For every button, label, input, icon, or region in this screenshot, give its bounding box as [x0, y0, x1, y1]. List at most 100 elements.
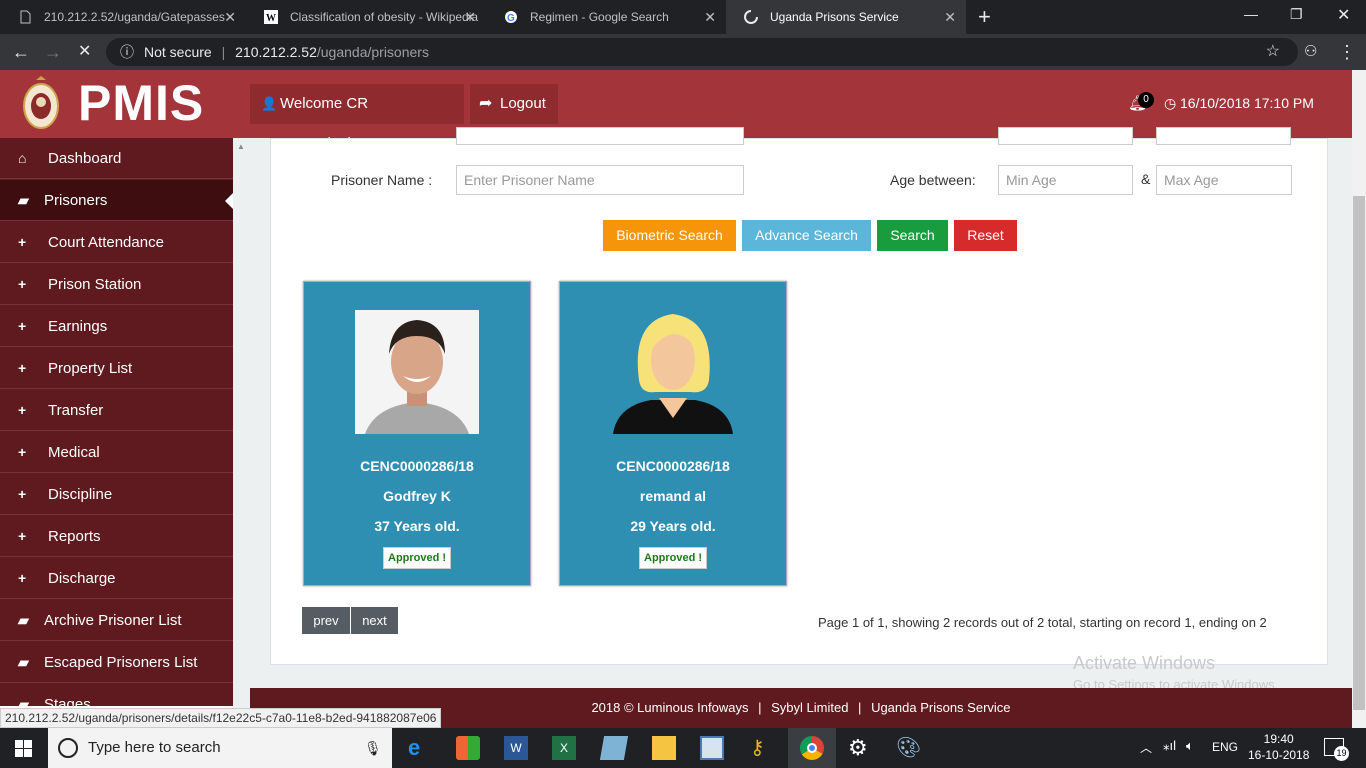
browser-tab-uganda[interactable]: Uganda Prisons Service ✕ — [726, 0, 966, 34]
prisons-logo-icon — [23, 76, 59, 129]
new-tab-icon[interactable]: + — [978, 4, 991, 30]
sidebar-item-prisoners[interactable]: ▰ Prisoners — [0, 180, 233, 221]
restore-icon[interactable]: ❐ — [1290, 6, 1303, 23]
sidebar-item-earnings[interactable]: + Earnings — [0, 306, 233, 347]
scrollbar-thumb[interactable] — [1353, 196, 1365, 710]
excel-icon[interactable]: X — [552, 736, 576, 760]
forward-icon[interactable]: → — [44, 34, 62, 70]
cortana-icon — [58, 738, 78, 758]
prev-page-button[interactable]: prev — [302, 607, 350, 634]
close-icon[interactable]: ✕ — [944, 0, 956, 34]
settings-gear-icon[interactable]: ⚙ — [848, 736, 872, 760]
sidebar: ⌂ Dashboard ▰ Prisoners + Court Attendance … — [0, 138, 233, 706]
advance-search-button[interactable]: Advance Search — [742, 220, 871, 251]
sidebar-item-label: Transfer — [48, 402, 104, 419]
search-button[interactable]: Search — [877, 220, 948, 251]
edge-icon[interactable]: e — [408, 736, 432, 760]
chevron-up-icon[interactable]: ︿ — [1140, 739, 1152, 756]
key-icon[interactable]: ⚷ — [750, 736, 774, 760]
sidebar-item-medical[interactable]: + Medical — [0, 432, 233, 473]
windows-start-icon[interactable] — [15, 740, 32, 757]
status-bar-url: 210.212.2.52/uganda/prisoners/details/f1… — [0, 708, 442, 728]
folder-icon: ▰ — [18, 192, 29, 208]
sidebar-item-court-attendance[interactable]: + Court Attendance — [0, 222, 233, 263]
page-scrollbar[interactable] — [1352, 70, 1366, 728]
close-window-icon[interactable]: ✕ — [1337, 5, 1350, 25]
hidden-input-top-2[interactable] — [998, 127, 1133, 145]
pagination-summary: Page 1 of 1, showing 2 records out of 2 … — [818, 615, 1267, 630]
info-icon: ⓘ — [120, 44, 134, 60]
browser-tab-wikipedia[interactable]: W Classification of obesity - Wikipedia … — [246, 0, 486, 34]
browser-tab-google[interactable]: G Regimen - Google Search ✕ — [486, 0, 726, 34]
next-page-button[interactable]: next — [351, 607, 398, 634]
sidebar-item-archive-prisoner-list[interactable]: ▰ Archive Prisoner List — [0, 600, 233, 641]
url-host: 210.212.2.52 — [235, 44, 317, 60]
hidden-input-top-3[interactable] — [1156, 127, 1291, 145]
plus-icon: + — [18, 360, 27, 376]
close-icon[interactable]: ✕ — [704, 0, 716, 34]
header-datetime: 16/10/2018 17:10 PM — [1180, 95, 1314, 111]
sidebar-item-label: Prison Station — [48, 276, 142, 293]
close-icon[interactable]: ✕ — [224, 0, 236, 34]
menu-icon[interactable]: ⋮ — [1338, 34, 1356, 70]
sidebar-item-dashboard[interactable]: ⌂ Dashboard — [0, 138, 233, 179]
tab-title: 210.212.2.52/uganda/Gatepasses — [44, 10, 225, 24]
share-icon: ➦ — [479, 95, 493, 112]
prisoner-card[interactable]: CENC0000286/18 Godfrey K 37 Years old. A… — [303, 281, 531, 586]
status-badge: Approved ! — [639, 547, 708, 569]
chrome-icon — [800, 736, 824, 760]
prisoner-card[interactable]: CENC0000286/18 remand al 29 Years old. A… — [559, 281, 787, 586]
welcome-dropdown-button[interactable]: 👤 Welcome CR Receptionist ▼ — [250, 84, 464, 152]
max-age-input[interactable]: Max Age — [1156, 165, 1292, 195]
min-age-input[interactable]: Min Age — [998, 165, 1133, 195]
taskbar-date: 16-10-2018 — [1248, 748, 1310, 762]
taskbar-clock[interactable]: 19:40 16-10-2018 — [1248, 731, 1309, 763]
scroll-up-icon[interactable]: ▲ — [237, 142, 245, 151]
svg-text:G: G — [507, 13, 515, 24]
sidebar-item-discipline[interactable]: + Discipline — [0, 474, 233, 515]
sidebar-item-label: Medical — [48, 444, 100, 461]
sidebar-item-reports[interactable]: + Reports — [0, 516, 233, 557]
word-icon[interactable]: W — [504, 736, 528, 760]
volume-icon[interactable]: 🔈︎ — [1186, 738, 1194, 754]
prisoner-name-label: Prisoner Name : — [331, 172, 433, 188]
sidebar-item-discharge[interactable]: + Discharge — [0, 558, 233, 599]
paint-icon[interactable]: 🎨︎ — [896, 736, 921, 760]
svg-text:W: W — [266, 13, 276, 24]
taskbar-chrome-active[interactable] — [788, 728, 836, 768]
file-explorer-icon[interactable] — [652, 736, 676, 760]
extension-icon[interactable]: ⚇ — [1304, 34, 1317, 70]
reset-button[interactable]: Reset — [954, 220, 1017, 251]
stop-icon[interactable]: ✕ — [78, 34, 91, 70]
sidebar-item-escaped-prisoners-list[interactable]: ▰ Escaped Prisoners List — [0, 642, 233, 683]
network-icon[interactable]: ⁎ıl — [1163, 738, 1176, 754]
prisoner-name-input[interactable]: Enter Prisoner Name — [456, 165, 744, 195]
sidebar-item-stages[interactable]: ▰ Stages — [0, 684, 233, 706]
taskbar-search-box[interactable]: Type here to search 🎙︎ — [48, 728, 392, 768]
sidebar-item-prison-station[interactable]: + Prison Station — [0, 264, 233, 305]
logout-button[interactable]: ➦ Logout — [470, 84, 558, 124]
footer-org: Uganda Prisons Service — [871, 700, 1011, 715]
prisoner-age: 29 Years old. — [630, 518, 716, 534]
notepad-icon[interactable] — [599, 736, 629, 760]
app-icon[interactable] — [456, 736, 480, 760]
taskbar-search-placeholder: Type here to search — [88, 739, 221, 756]
hidden-input-top[interactable] — [456, 127, 744, 145]
minimize-icon[interactable]: — — [1244, 6, 1258, 22]
back-icon[interactable]: ← — [12, 34, 30, 70]
browser-tab-gatepasses[interactable]: 210.212.2.52/uganda/Gatepasses ✕ — [0, 0, 246, 34]
app-logo-text[interactable]: PMIS — [78, 74, 204, 132]
folder-icon: ▰ — [18, 612, 29, 628]
address-bar[interactable]: ⓘ Not secure | 210.212.2.52/uganda/priso… — [106, 38, 1298, 66]
microphone-icon[interactable]: 🎙︎ — [364, 728, 382, 768]
sidebar-item-transfer[interactable]: + Transfer — [0, 390, 233, 431]
url-path: /uganda/prisoners — [316, 44, 429, 60]
biometric-search-button[interactable]: Biometric Search — [603, 220, 736, 251]
star-icon[interactable]: ☆ — [1266, 38, 1280, 66]
clock-icon: ◷ — [1164, 95, 1177, 111]
sidebar-item-property-list[interactable]: + Property List — [0, 348, 233, 389]
language-indicator[interactable]: ENG — [1212, 740, 1238, 754]
sidebar-item-label: Court Attendance — [48, 234, 164, 251]
close-icon[interactable]: ✕ — [464, 0, 476, 34]
image-viewer-icon[interactable] — [700, 736, 724, 760]
